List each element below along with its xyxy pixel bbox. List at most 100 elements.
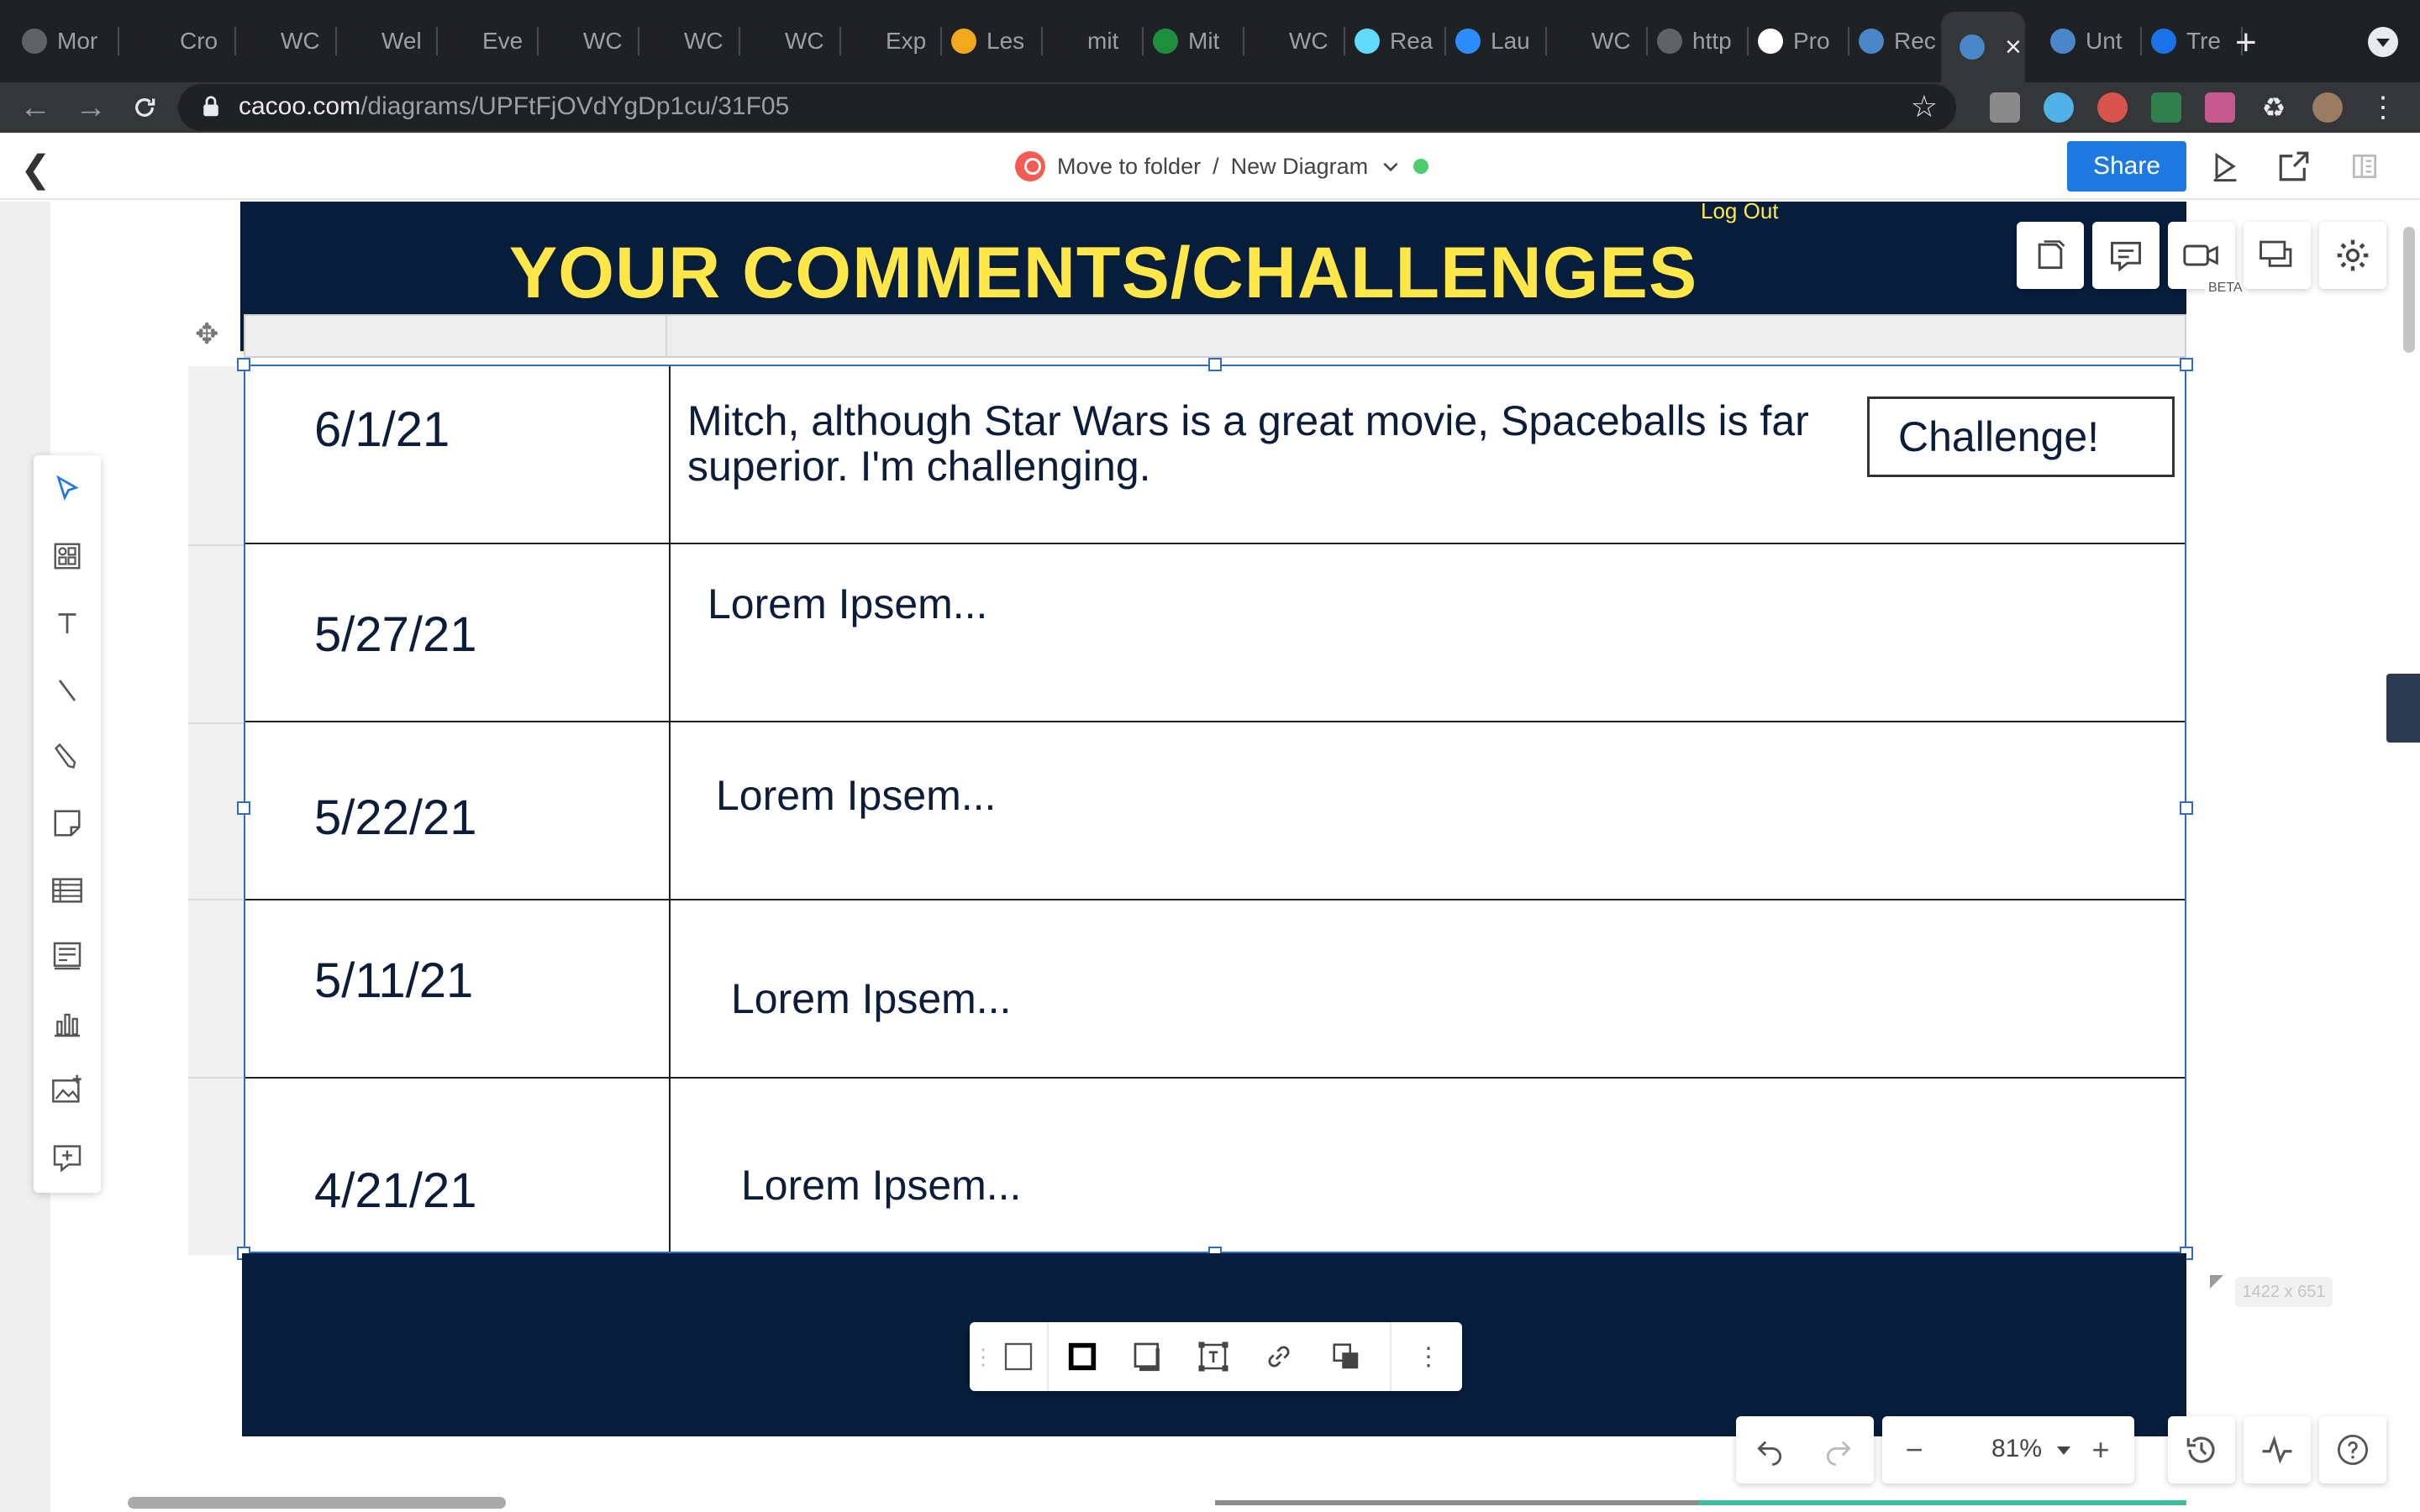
browser-tab[interactable]: Mit (1134, 15, 1244, 67)
browser-tab[interactable]: Unt (2032, 15, 2142, 67)
play-presentation-icon[interactable] (2205, 146, 2245, 186)
browser-tab[interactable]: Exp (832, 15, 942, 67)
browser-tab[interactable]: Eve (429, 15, 539, 67)
zoom-in-icon[interactable]: + (2081, 1430, 2121, 1470)
table-tool-icon[interactable] (47, 870, 87, 911)
browser-tab[interactable]: WC (227, 15, 337, 67)
page-title[interactable]: YOUR COMMENTS/CHALLENGES (240, 232, 1966, 315)
sheets-panel-icon[interactable] (2017, 222, 2084, 289)
template-tool-icon[interactable] (47, 936, 87, 976)
redo-icon[interactable] (1818, 1430, 1859, 1470)
table-header-row[interactable] (244, 314, 2186, 358)
border-style-icon[interactable] (1062, 1336, 1102, 1377)
reload-icon[interactable] (126, 89, 163, 126)
move-to-folder-link[interactable]: Move to folder (1057, 154, 1201, 180)
arrange-icon[interactable] (1326, 1336, 1366, 1377)
horizontal-scrollbar[interactable] (128, 1497, 506, 1509)
back-arrow-icon[interactable]: ← (17, 89, 54, 126)
activity-pulse-icon[interactable] (2257, 1430, 2297, 1470)
browser-tab[interactable]: Lau (1437, 15, 1547, 67)
link-icon[interactable] (1259, 1336, 1299, 1377)
row-date[interactable]: 5/11/21 (314, 953, 473, 1009)
row-comment[interactable]: Lorem Ipsem... (708, 581, 987, 627)
chart-tool-icon[interactable] (47, 1003, 87, 1043)
resize-handle[interactable] (237, 801, 250, 815)
browser-tab[interactable]: Mor (3, 15, 119, 67)
comments-panel-icon[interactable] (2092, 222, 2160, 289)
browser-tab[interactable]: mit (1034, 15, 1144, 67)
browser-tab[interactable]: Cro (126, 15, 236, 67)
extension-icon[interactable] (1990, 92, 2020, 123)
browser-tab[interactable]: WC (630, 15, 740, 67)
browser-tab[interactable]: Rec (1840, 15, 1950, 67)
share-button[interactable]: Share (2067, 141, 2186, 192)
zoom-out-icon[interactable]: − (1894, 1430, 1934, 1470)
chevron-down-icon[interactable] (1380, 155, 1402, 177)
browser-tab[interactable]: WC (529, 15, 639, 67)
table-row[interactable]: 4/21/21 Lorem Ipsem... (245, 1079, 2185, 1252)
browser-menu-icon[interactable]: ⋮ (2368, 92, 2398, 123)
browser-tab[interactable]: WC (1235, 15, 1345, 67)
line-tool-icon[interactable] (47, 670, 87, 711)
row-date[interactable]: 4/21/21 (314, 1163, 477, 1219)
row-comment[interactable]: Lorem Ipsem... (731, 976, 1011, 1021)
help-icon[interactable] (2333, 1430, 2373, 1470)
more-options-icon[interactable]: ⋮ (1408, 1336, 1449, 1377)
table-row[interactable]: 5/11/21 Lorem Ipsem... (245, 900, 2185, 1079)
browser-tab[interactable]: Les (933, 15, 1043, 67)
drag-grip-icon[interactable]: ⋮ (972, 1336, 994, 1377)
table-row[interactable]: 6/1/21 Mitch, although Star Wars is a gr… (245, 366, 2185, 544)
vertical-scrollbar[interactable] (2403, 227, 2415, 353)
chat-panel-icon[interactable] (2244, 222, 2311, 289)
resize-handle[interactable] (1208, 358, 1222, 371)
move-handle-icon[interactable]: ✥ (195, 318, 219, 351)
resize-handle[interactable] (2180, 801, 2193, 815)
new-tab-button[interactable]: + (2235, 22, 2257, 64)
image-tool-icon[interactable] (47, 1070, 87, 1110)
diagram-canvas[interactable]: YOUR COMMENTS/CHALLENGES Log Out ✥ 6/1/2… (0, 198, 2420, 1512)
logout-text[interactable]: Log Out (1701, 198, 1779, 224)
challenge-button[interactable]: Challenge! (1867, 396, 2175, 477)
zoom-level[interactable]: 81% (1991, 1435, 2042, 1463)
sticky-note-icon[interactable] (47, 803, 87, 843)
history-button[interactable] (2168, 1416, 2235, 1483)
shapes-tool-icon[interactable] (47, 536, 87, 576)
row-date[interactable]: 5/27/21 (314, 606, 477, 663)
settings-gear-icon[interactable] (2319, 222, 2386, 289)
browser-tab[interactable]: WC (731, 15, 841, 67)
side-drawer-tab[interactable] (2386, 674, 2420, 743)
export-icon[interactable] (2274, 146, 2314, 186)
fill-color-icon[interactable] (998, 1336, 1039, 1377)
diagram-name[interactable]: New Diagram (1231, 154, 1369, 180)
pointer-tool-icon[interactable] (47, 469, 87, 509)
address-bar[interactable]: cacoo.com/diagrams/UPFtFjOVdYgDp1cu/31F0… (178, 84, 1956, 131)
resize-handle[interactable] (237, 358, 250, 371)
browser-tab[interactable]: Pro (1739, 15, 1849, 67)
pen-tool-icon[interactable] (47, 736, 87, 776)
extension-icon[interactable] (2097, 92, 2128, 123)
browser-tab[interactable]: http (1639, 15, 1749, 67)
tab-search-icon[interactable] (2368, 27, 2398, 57)
bookmark-star-icon[interactable]: ☆ (1911, 89, 1938, 124)
shadow-icon[interactable] (1128, 1336, 1168, 1377)
row-comment[interactable]: Lorem Ipsem... (741, 1163, 1021, 1208)
text-box-icon[interactable] (1193, 1336, 1234, 1377)
row-comment[interactable]: Mitch, although Star Wars is a great mov… (687, 398, 1847, 489)
close-icon[interactable]: × (2005, 31, 2022, 64)
resize-corner-icon[interactable] (2208, 1273, 2225, 1290)
comments-table[interactable]: 6/1/21 Mitch, although Star Wars is a gr… (244, 365, 2186, 1253)
puzzle-icon[interactable]: ♻ (2259, 92, 2289, 123)
extension-icon[interactable] (2205, 92, 2235, 123)
undo-icon[interactable] (1749, 1430, 1790, 1470)
activity-button[interactable] (2244, 1416, 2311, 1483)
table-row[interactable]: 5/27/21 Lorem Ipsem... (245, 544, 2185, 722)
resize-handle[interactable] (2180, 358, 2193, 371)
comment-tool-icon[interactable] (47, 1137, 87, 1178)
table-row[interactable]: 5/22/21 Lorem Ipsem... (245, 722, 2185, 900)
zoom-dropdown-icon[interactable] (2057, 1446, 2070, 1455)
diagram-header-band[interactable]: YOUR COMMENTS/CHALLENGES Log Out (240, 198, 2186, 358)
panel-toggle-icon[interactable] (2344, 146, 2385, 186)
row-comment[interactable]: Lorem Ipsem... (716, 773, 996, 818)
browser-tab[interactable]: WC (1538, 15, 1648, 67)
browser-tab[interactable]: Tre (2133, 15, 2243, 67)
